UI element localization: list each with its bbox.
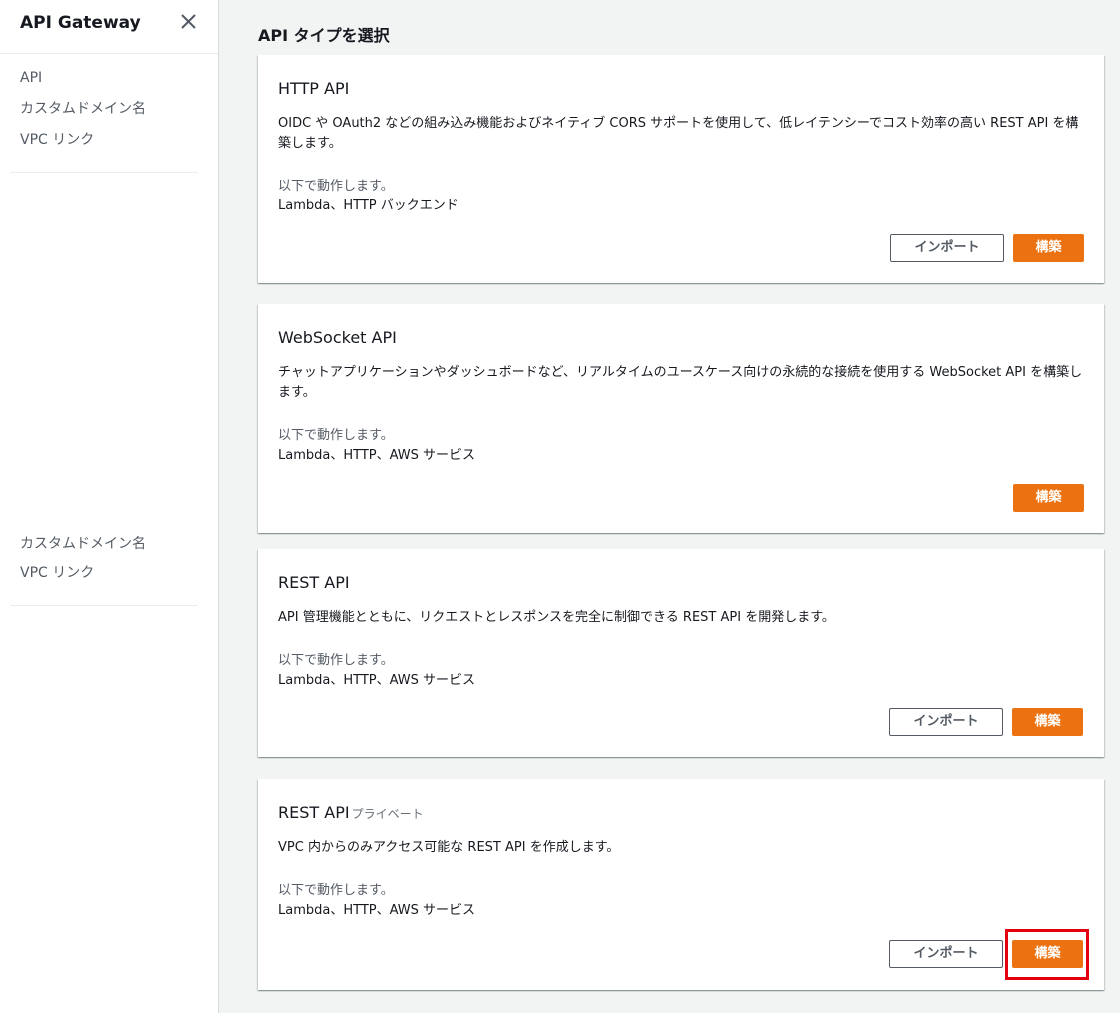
sidebar-item-vpc-link[interactable]: VPC リンク [20,129,94,149]
api-type-card-websocket: WebSocket API チャットアプリケーションやダッシュボードなど、リアル… [258,304,1104,533]
card-title: HTTP API [278,79,350,98]
sidebar-item-custom-domain[interactable]: カスタムドメイン名 [20,98,146,118]
card-description: チャットアプリケーションやダッシュボードなど、リアルタイムのユースケース向けの永… [278,365,1083,400]
sidebar-title: API Gateway [20,13,141,33]
card-description: VPC 内からのみアクセス可能な REST API を作成します。 [278,840,620,855]
sidebar-header: API Gateway [0,0,218,54]
works-with-label: 以下で動作します。 [278,883,394,898]
import-button[interactable]: インポート [889,940,1003,968]
works-with-value: Lambda、HTTP、AWS サービス [278,448,476,463]
sidebar-divider-2 [10,605,198,606]
card-title: REST API プライベート [278,803,424,822]
works-with-label: 以下で動作します。 [278,653,394,668]
build-button[interactable]: 構築 [1013,484,1084,512]
import-button[interactable]: インポート [889,708,1003,736]
build-button[interactable]: 構築 [1012,708,1083,736]
page-title: API タイプを選択 [258,26,390,45]
works-with-value: Lambda、HTTP、AWS サービス [278,673,476,688]
build-button[interactable]: 構築 [1013,234,1084,262]
build-button[interactable]: 構築 [1012,940,1083,968]
sidebar-item-custom-domain-2[interactable]: カスタムドメイン名 [20,533,146,553]
sidebar-divider [10,172,198,173]
card-title: REST API [278,573,350,592]
api-type-card-http: HTTP API OIDC や OAuth2 などの組み込み機能およびネイティブ… [258,55,1104,283]
api-type-card-rest-private: REST API プライベート VPC 内からのみアクセス可能な REST API… [258,779,1104,990]
api-type-card-rest: REST API API 管理機能とともに、リクエストとレスポンスを完全に制御で… [258,549,1104,757]
close-icon [181,14,196,29]
works-with-value: Lambda、HTTP バックエンド [278,198,459,213]
sidebar: API Gateway API カスタムドメイン名 VPC リンク カスタムドメ… [0,0,219,1013]
card-title: WebSocket API [278,328,397,347]
works-with-value: Lambda、HTTP、AWS サービス [278,903,476,918]
card-description: OIDC や OAuth2 などの組み込み機能およびネイティブ CORS サポー… [278,116,1079,151]
sidebar-item-api[interactable]: API [20,70,42,86]
works-with-label: 以下で動作します。 [278,428,394,443]
works-with-label: 以下で動作します。 [278,179,394,194]
sidebar-item-vpc-link-2[interactable]: VPC リンク [20,562,94,582]
card-title-suffix: プライベート [351,807,424,821]
close-sidebar-button[interactable] [178,11,200,33]
card-description: API 管理機能とともに、リクエストとレスポンスを完全に制御できる REST A… [278,610,835,625]
import-button[interactable]: インポート [890,234,1004,262]
